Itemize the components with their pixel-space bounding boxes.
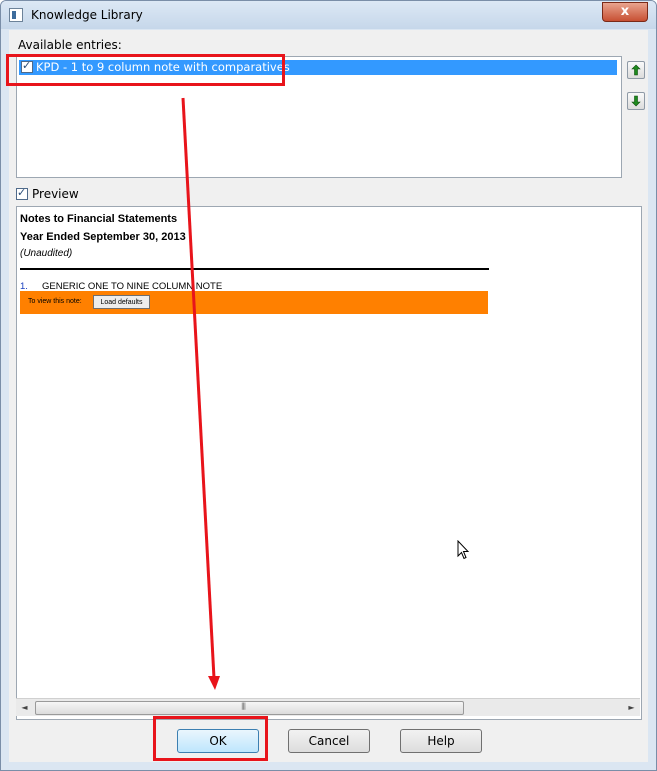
mouse-cursor-icon [457,540,470,560]
annotation-arrow-icon [181,97,220,690]
